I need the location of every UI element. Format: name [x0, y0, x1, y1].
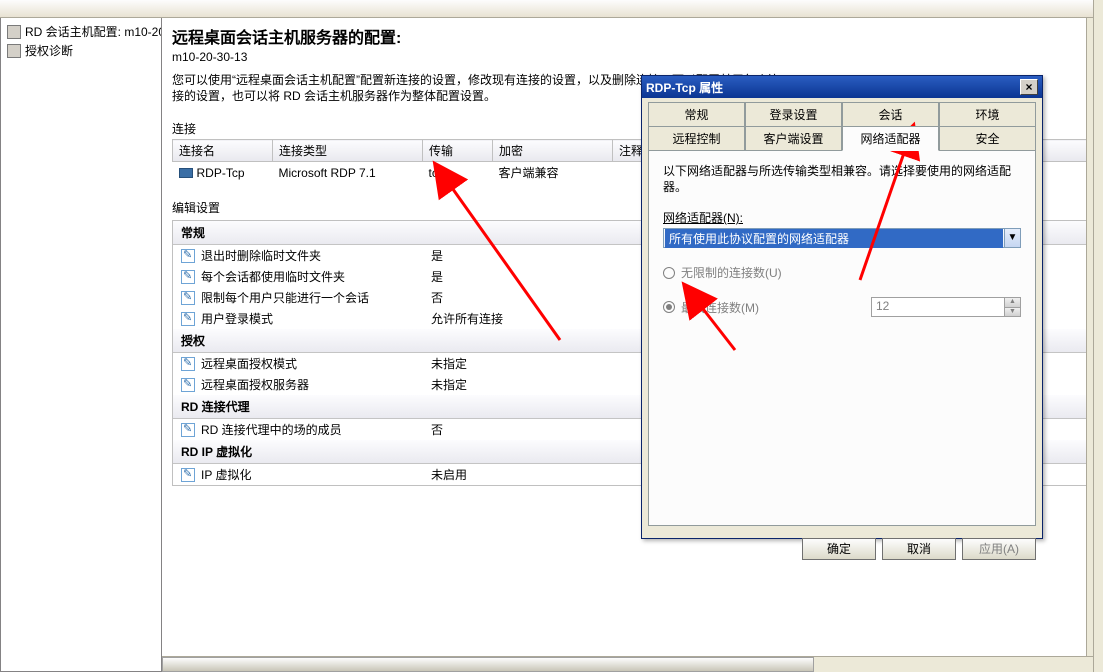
rdp-properties-dialog: RDP-Tcp 属性 × 常规 登录设置 会话 环境 远程控制 客户端设置 网络… [641, 75, 1043, 539]
edit-icon [181, 291, 195, 305]
tab-logon[interactable]: 登录设置 [745, 102, 842, 126]
chevron-down-icon[interactable]: ▼ [1004, 229, 1020, 247]
edit-icon [181, 357, 195, 371]
spinner-arrows[interactable]: ▲▼ [1004, 298, 1020, 316]
tab-general[interactable]: 常规 [648, 102, 745, 126]
setting-label: 限制每个用户只能进行一个会话 [201, 289, 431, 306]
diagnosis-icon [7, 44, 21, 58]
edit-icon [181, 270, 195, 284]
radio-max-connections[interactable]: 最大连接数(M) 12 ▲▼ [663, 297, 1021, 317]
tab-environment[interactable]: 环境 [939, 102, 1036, 126]
setting-label: 远程桌面授权服务器 [201, 376, 431, 393]
tab-body: 以下网络适配器与所选传输类型相兼容。请选择要使用的网络适配 器。 网络适配器(N… [648, 150, 1036, 526]
adapter-dropdown[interactable]: 所有使用此协议配置的网络适配器 ▼ [663, 228, 1021, 248]
setting-value: 未指定 [431, 376, 467, 393]
edit-icon [181, 312, 195, 326]
chevron-up-icon[interactable]: ▲ [1005, 298, 1020, 308]
conn-encrypt: 客户端兼容 [493, 162, 613, 184]
conn-transport: tcp [423, 162, 493, 184]
tabs-row-1: 常规 登录设置 会话 环境 [642, 98, 1042, 126]
setting-value: 否 [431, 289, 443, 306]
edit-icon [181, 423, 195, 437]
setting-label: 每个会话都使用临时文件夹 [201, 268, 431, 285]
col-type[interactable]: 连接类型 [273, 140, 423, 162]
edit-icon [181, 468, 195, 482]
setting-label: IP 虚拟化 [201, 466, 431, 483]
dialog-buttons: 确定 取消 应用(A) [642, 532, 1042, 566]
adapter-selected: 所有使用此协议配置的网络适配器 [665, 229, 1003, 248]
close-icon[interactable]: × [1020, 79, 1038, 95]
setting-value: 否 [431, 421, 443, 438]
tree-item-host-config[interactable]: RD 会话主机配置: m10-20-30-… [1, 22, 161, 41]
spinner-value: 12 [872, 298, 1004, 316]
horizontal-scrollbar[interactable] [162, 656, 1093, 672]
radio-icon [663, 267, 675, 279]
setting-value: 未指定 [431, 355, 467, 372]
setting-value: 是 [431, 247, 443, 264]
server-icon [7, 25, 21, 39]
max-connections-spinner[interactable]: 12 ▲▼ [871, 297, 1021, 317]
radio-label: 最大连接数(M) [681, 299, 759, 316]
setting-label: 远程桌面授权模式 [201, 355, 431, 372]
page-title: 远程桌面会话主机服务器的配置: [172, 24, 1092, 48]
conn-type: Microsoft RDP 7.1 [273, 162, 423, 184]
radio-unlimited[interactable]: 无限制的连接数(U) [663, 264, 1021, 281]
conn-name: RDP-Tcp [197, 166, 245, 180]
tab-session[interactable]: 会话 [842, 102, 939, 126]
host-name: m10-20-30-13 [172, 50, 1092, 64]
chevron-down-icon[interactable]: ▼ [1005, 308, 1020, 317]
dialog-title: RDP-Tcp 属性 [646, 79, 1020, 96]
description-line2: 接的设置，也可以将 RD 会话主机服务器作为整体配置设置。 [172, 89, 496, 103]
radio-label: 无限制的连接数(U) [681, 264, 782, 281]
tab-security[interactable]: 安全 [939, 126, 1036, 150]
top-toolbar [0, 0, 1103, 18]
tab-remote-control[interactable]: 远程控制 [648, 126, 745, 150]
scroll-thumb[interactable] [162, 657, 814, 672]
tree-item-label: RD 会话主机配置: m10-20-30-… [25, 23, 161, 40]
ok-button[interactable]: 确定 [802, 538, 876, 560]
adapter-label: 网络适配器(N): [663, 209, 743, 226]
setting-label: 用户登录模式 [201, 310, 431, 327]
setting-value: 未启用 [431, 466, 467, 483]
col-name[interactable]: 连接名 [173, 140, 273, 162]
setting-label: 退出时删除临时文件夹 [201, 247, 431, 264]
connection-icon [179, 168, 193, 178]
radio-icon [663, 301, 675, 313]
dialog-titlebar[interactable]: RDP-Tcp 属性 × [642, 76, 1042, 98]
body-text-1: 以下网络适配器与所选传输类型相兼容。请选择要使用的网络适配 [663, 164, 1011, 178]
tree-panel: RD 会话主机配置: m10-20-30-… 授权诊断 [0, 18, 162, 672]
cancel-button[interactable]: 取消 [882, 538, 956, 560]
tabs-row-2: 远程控制 客户端设置 网络适配器 安全 [642, 126, 1042, 150]
adapter-description: 以下网络适配器与所选传输类型相兼容。请选择要使用的网络适配 器。 [663, 163, 1021, 195]
setting-label: RD 连接代理中的场的成员 [201, 421, 431, 438]
tree-item-license-diagnosis[interactable]: 授权诊断 [1, 41, 161, 60]
apply-button[interactable]: 应用(A) [962, 538, 1036, 560]
col-transport[interactable]: 传输 [423, 140, 493, 162]
setting-value: 是 [431, 268, 443, 285]
tab-client-settings[interactable]: 客户端设置 [745, 126, 842, 150]
col-encrypt[interactable]: 加密 [493, 140, 613, 162]
body-text-2: 器。 [663, 180, 687, 194]
setting-value: 允许所有连接 [431, 310, 503, 327]
tree-item-label: 授权诊断 [25, 42, 73, 59]
tab-network-adapter[interactable]: 网络适配器 [842, 126, 939, 151]
edit-icon [181, 249, 195, 263]
right-strip [1093, 0, 1103, 672]
edit-icon [181, 378, 195, 392]
